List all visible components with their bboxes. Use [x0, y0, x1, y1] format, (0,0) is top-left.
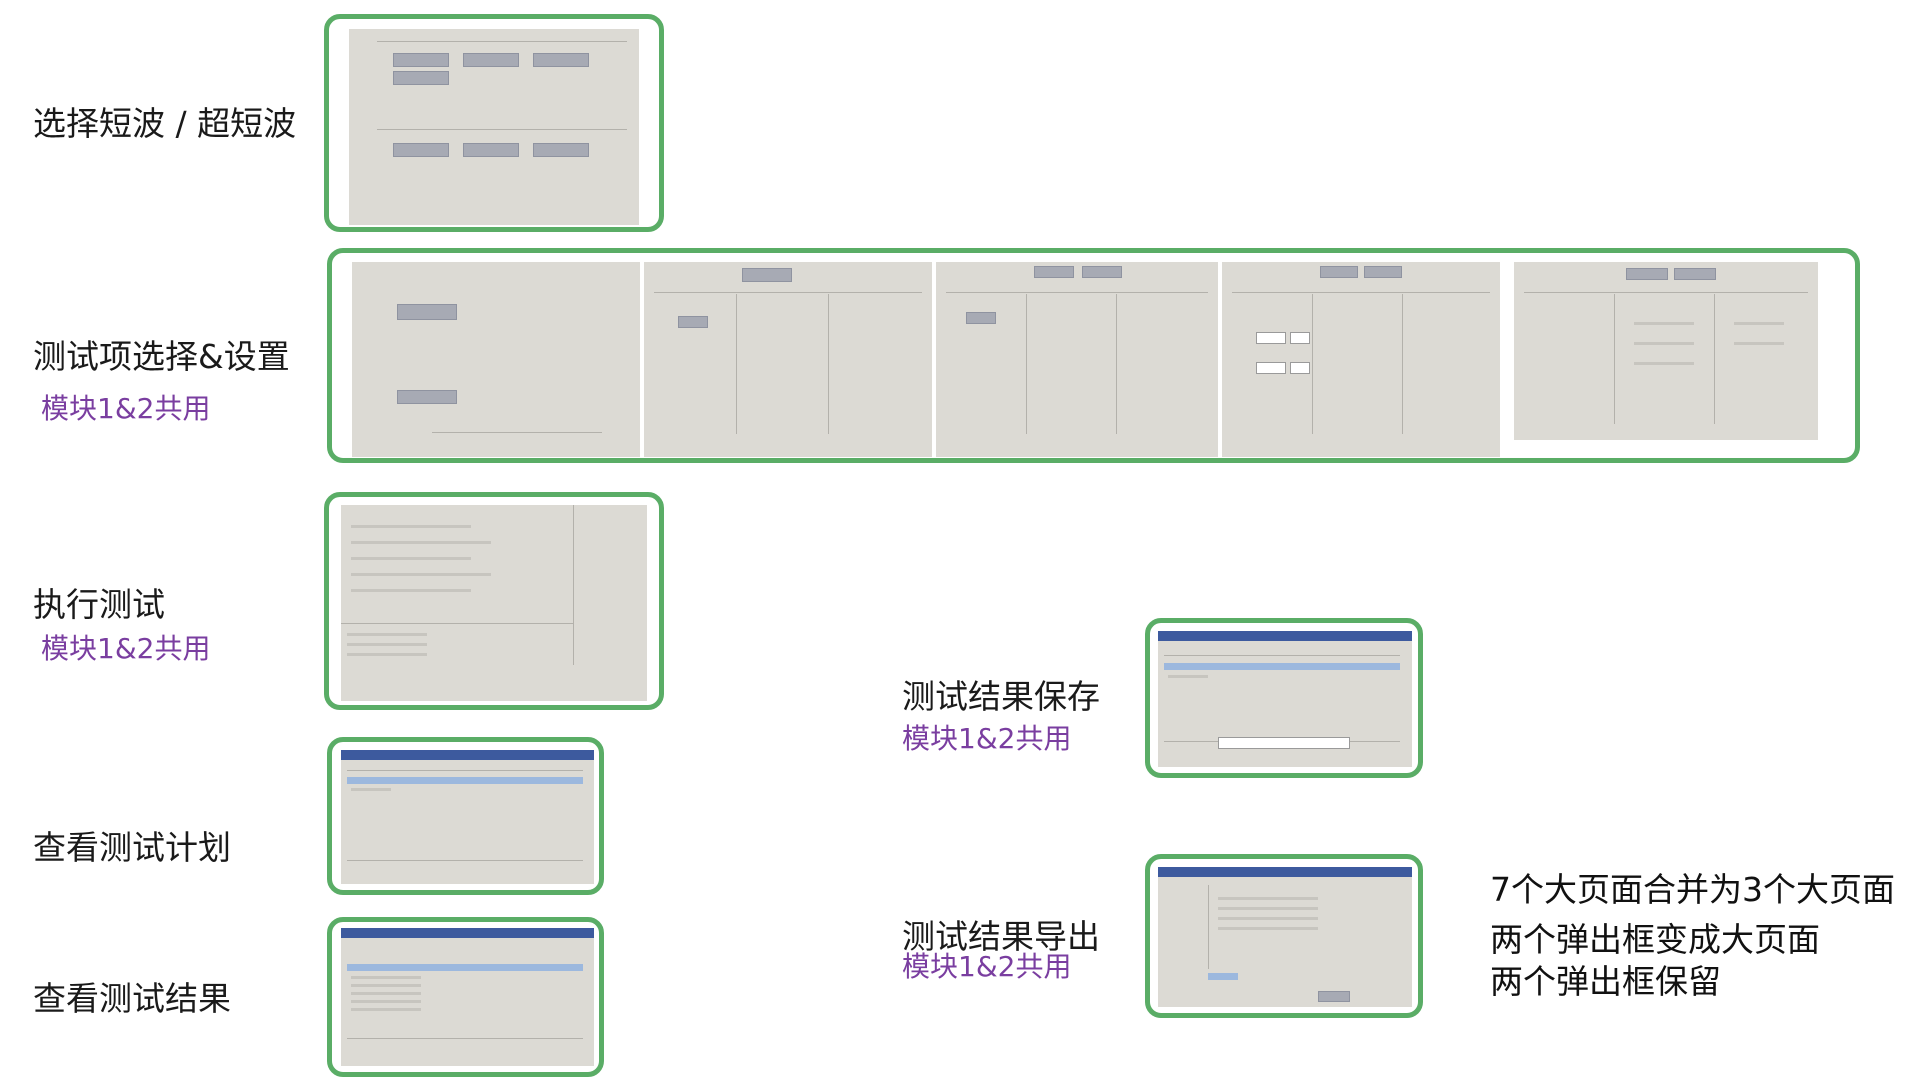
screenshot-select-wave [349, 29, 639, 225]
sub-export-result: 模块1&2共用 [902, 950, 1072, 983]
screenshot-test-item-3 [936, 262, 1218, 457]
label-save-result: 测试结果保存 [902, 677, 1100, 716]
label-view-plan: 查看测试计划 [33, 828, 231, 867]
sub-save-result: 模块1&2共用 [902, 722, 1072, 755]
note-dialogs-to-pages: 两个弹出框变成大页面 [1490, 920, 1820, 959]
frame-execute [324, 492, 664, 710]
frame-export-result [1145, 854, 1423, 1018]
frame-view-plan [327, 737, 604, 895]
label-view-result: 查看测试结果 [33, 979, 231, 1018]
screenshot-test-item-5 [1514, 262, 1818, 440]
screenshot-execute [341, 505, 647, 701]
screenshot-view-plan [341, 750, 594, 884]
screenshot-save-result [1158, 631, 1412, 767]
screenshot-test-item-1 [352, 262, 640, 457]
frame-save-result [1145, 618, 1423, 778]
sub-execute: 模块1&2共用 [41, 632, 211, 665]
label-execute: 执行测试 [33, 585, 165, 624]
label-select-wave: 选择短波 / 超短波 [33, 104, 297, 143]
frame-view-result [327, 917, 604, 1077]
frame-select-wave [324, 14, 664, 232]
label-test-item: 测试项选择&设置 [33, 337, 290, 376]
screenshot-view-result [341, 928, 594, 1066]
screenshot-test-item-4 [1222, 262, 1500, 457]
frame-test-item [327, 248, 1860, 463]
sub-test-item: 模块1&2共用 [41, 392, 211, 425]
note-merge-pages: 7个大页面合并为3个大页面 [1490, 870, 1895, 909]
note-dialogs-kept: 两个弹出框保留 [1490, 962, 1721, 1001]
screenshot-export-result [1158, 867, 1412, 1007]
screenshot-test-item-2 [644, 262, 932, 457]
